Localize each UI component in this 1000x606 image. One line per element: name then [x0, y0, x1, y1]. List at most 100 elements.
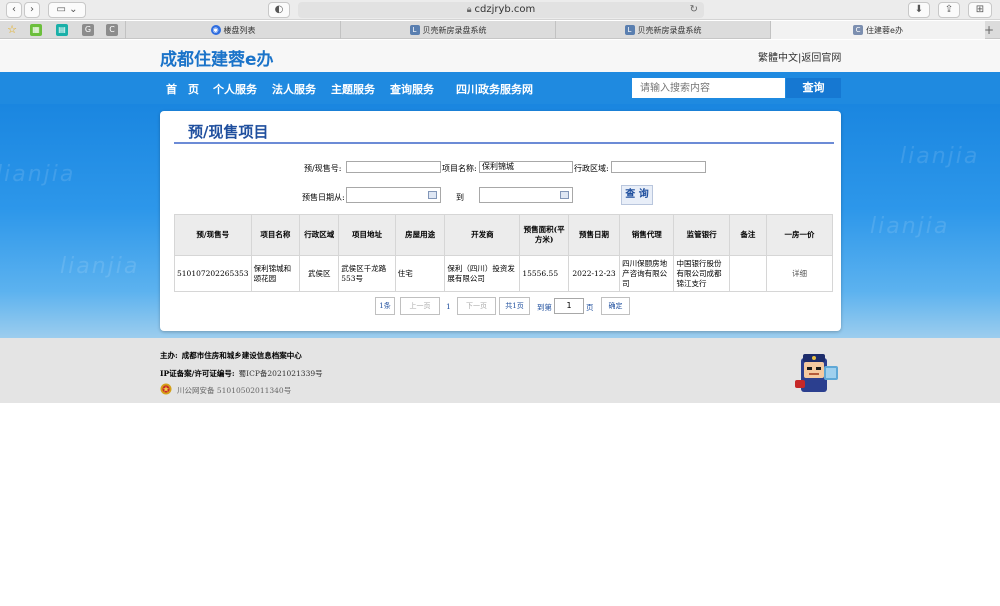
column-header: 项目名称	[250, 214, 301, 256]
goto-page-input[interactable]: 1	[554, 298, 584, 314]
goto-suffix: 页	[586, 303, 594, 312]
reload-icon[interactable]: ↻	[690, 2, 698, 18]
site-logo[interactable]: 成都住建蓉e办	[160, 45, 274, 70]
query-button[interactable]: 查 询	[621, 185, 653, 205]
lock-icon: 🔒︎	[466, 5, 472, 15]
download-icon[interactable]: ⬇	[908, 2, 930, 18]
column-header: 一房一价	[765, 214, 834, 256]
tab-beike-1[interactable]: L 贝壳新房录盘系统	[340, 21, 555, 39]
district-input[interactable]	[611, 161, 706, 173]
url-text: cdzjryb.com	[474, 4, 536, 15]
page-icon: C	[853, 25, 864, 35]
new-tab-icon[interactable]: +	[984, 21, 994, 39]
goto-confirm-button[interactable]: 确定	[601, 297, 630, 315]
column-header: 开发商	[444, 214, 521, 256]
nav-query-services[interactable]: 查询服务	[390, 81, 434, 97]
police-mascot-icon[interactable]	[795, 350, 840, 394]
search-input[interactable]	[632, 78, 785, 98]
project-name-input[interactable]: 保利锦城	[479, 161, 573, 173]
icp-label: IP证备案/许可证编号:	[160, 369, 235, 378]
bookmark-site-icon[interactable]: ▤	[56, 24, 68, 36]
column-header: 预/现售号	[174, 214, 252, 256]
watermark: lianjia	[900, 144, 980, 169]
column-header: 预售面积(平方米)	[519, 214, 569, 256]
calendar-icon[interactable]	[560, 191, 569, 199]
watermark: lianjia	[60, 254, 140, 279]
presale-no-input[interactable]	[346, 161, 441, 173]
cell-usage: 住宅	[394, 255, 446, 292]
shell-icon: L	[624, 25, 635, 35]
table-header-row: 预/现售号 项目名称 行政区域 项目地址 房屋用途 开发商 预售面积(平方米) …	[174, 214, 834, 256]
cell-bank: 中国银行股份有限公司成都锦江支行	[673, 255, 730, 292]
site-footer: 主办: 成都市住房和城乡建设信息档案中心 IP证备案/许可证编号: 蜀ICP备202…	[0, 338, 1000, 403]
next-page-button[interactable]: 下一页	[457, 297, 496, 315]
cell-address: 武侯区千龙路553号	[338, 255, 396, 292]
nav-corporate-services[interactable]: 法人服务	[272, 81, 316, 97]
column-header: 销售代理	[619, 214, 675, 256]
tab-beike-2[interactable]: L 贝壳新房录盘系统	[555, 21, 770, 39]
date-from-input[interactable]	[346, 187, 441, 203]
search-button[interactable]: 查询	[786, 78, 841, 98]
forward-button[interactable]: ›	[24, 2, 40, 18]
date-from-label: 预售日期从:	[302, 193, 345, 202]
presale-project-card: 预/现售项目 预/现售号: 项目名称: 保利锦城 行政区域: 预售日期从: 到 …	[160, 111, 841, 331]
sponsor-value: 成都市住房和城乡建设信息档案中心	[181, 351, 302, 360]
prev-page-button[interactable]: 上一页	[400, 297, 440, 315]
police-record[interactable]: 川公网安备 51010502011340号	[177, 385, 291, 396]
favorites-star-icon[interactable]: ☆	[6, 24, 18, 36]
page-title: 预/现售项目	[188, 123, 269, 141]
bookmark-app-icon[interactable]: ▦	[30, 24, 42, 36]
column-header: 行政区域	[299, 214, 340, 256]
table-row: 510107202265353 保利锦城和颂花园 武侯区 武侯区千龙路553号 …	[174, 255, 834, 292]
column-header: 备注	[728, 214, 767, 256]
sidebar-toggle-button[interactable]: ▭ ⌄	[48, 2, 86, 18]
icp-line: IP证备案/许可证编号: 蜀ICP备2021021339号	[160, 368, 323, 379]
column-header: 房屋用途	[394, 214, 446, 256]
bookmark-g-icon[interactable]: G	[82, 24, 94, 36]
goto-prefix: 到第	[537, 303, 552, 312]
language-and-home-links[interactable]: 繁體中文|返回官网	[758, 49, 841, 64]
column-header: 项目地址	[338, 214, 396, 256]
privacy-icon[interactable]: ◐	[268, 2, 290, 18]
police-badge-icon	[160, 383, 172, 395]
sponsor-label: 主办:	[160, 351, 178, 360]
cell-agent: 四川保颐房地产咨询有限公司	[619, 255, 675, 292]
nav-personal-services[interactable]: 个人服务	[213, 81, 257, 97]
project-name-label: 项目名称:	[442, 164, 477, 173]
tab-overview-icon[interactable]: ⊞	[968, 2, 992, 18]
site-header: 成都住建蓉e办 繁體中文|返回官网	[0, 40, 1000, 72]
watermark: lianjia	[0, 162, 76, 187]
detail-link[interactable]: 详细	[765, 255, 834, 292]
shell-icon: L	[409, 25, 420, 35]
watermark: lianjia	[870, 214, 950, 239]
back-button[interactable]: ‹	[6, 2, 22, 18]
column-header: 预售日期	[567, 214, 621, 256]
share-icon[interactable]: ⇪	[938, 2, 960, 18]
icp-value[interactable]: 蜀ICP备2021021339号	[239, 369, 323, 378]
total-pages: 共1页	[499, 297, 530, 315]
presale-no-label: 预/现售号:	[304, 164, 342, 173]
nav-topic-services[interactable]: 主题服务	[331, 81, 375, 97]
cell-presale-no: 510107202265353	[174, 255, 252, 292]
cell-date: 2022-12-23	[567, 255, 621, 292]
tab-zhujian[interactable]: C 住建蓉e办	[770, 21, 985, 39]
date-to-input[interactable]	[479, 187, 573, 203]
calendar-icon[interactable]	[428, 191, 437, 199]
bookmark-c-icon[interactable]: C	[106, 24, 118, 36]
tab-project-list[interactable]: ◉ 楼盘列表	[125, 21, 340, 39]
cell-remark	[728, 255, 767, 292]
browser-toolbar: ‹ › ▭ ⌄ ◐ 🔒︎ cdzjryb.com ↻ ⬇ ⇪ ⊞	[0, 0, 1000, 20]
address-bar[interactable]: 🔒︎ cdzjryb.com ↻	[298, 2, 704, 18]
column-header: 监管银行	[673, 214, 730, 256]
cell-developer: 保利（四川）投资发展有限公司	[444, 255, 521, 292]
cell-district: 武侯区	[299, 255, 340, 292]
main-nav: 首 页 个人服务 法人服务 主题服务 查询服务 四川政务服务网 查询	[0, 72, 1000, 104]
record-count: 1条	[375, 297, 395, 315]
nav-sichuan-gov-portal[interactable]: 四川政务服务网	[456, 81, 533, 97]
cell-area: 15556.55	[519, 255, 569, 292]
date-to-label: 到	[456, 193, 464, 202]
current-page: 1	[446, 302, 451, 311]
nav-home[interactable]: 首 页	[166, 81, 199, 97]
title-divider	[174, 142, 834, 144]
sponsor-line: 主办: 成都市住房和城乡建设信息档案中心	[160, 350, 302, 361]
